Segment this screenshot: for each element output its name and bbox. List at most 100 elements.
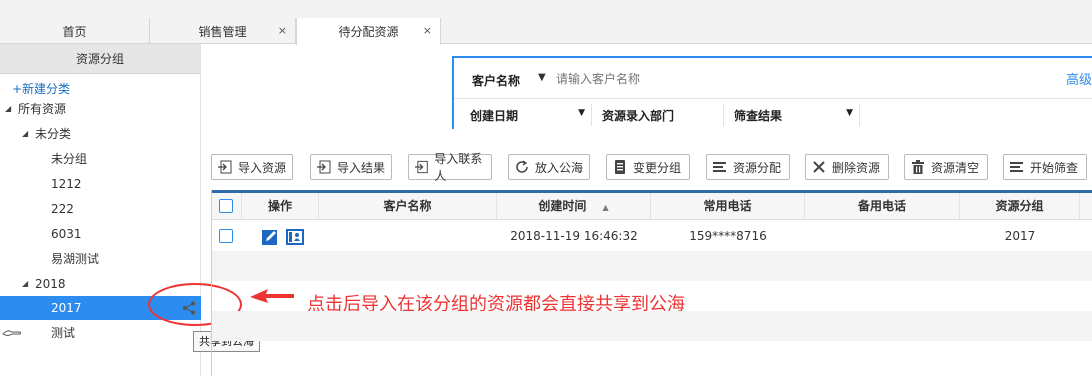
sidebar: 资源分组 +新建分类 ◢ 所有资源 ◢ 未分类 未分组 1212 222 603… <box>0 44 201 376</box>
table-row[interactable]: 2018-11-19 16:46:32 159****8716 2017 <box>212 221 1092 251</box>
chevron-down-icon: ▼ <box>578 108 585 118</box>
filter-label: 筛查结果 <box>734 109 783 123</box>
tab-bar: 首页 销售管理 × 待分配资源 × <box>0 0 1092 45</box>
cell-customer-name <box>319 221 497 251</box>
import-resources-button[interactable]: 导入资源 <box>211 154 293 180</box>
tree-item-label: 所有资源 <box>18 102 67 116</box>
drag-hand-icon <box>2 330 21 336</box>
close-icon[interactable]: × <box>423 24 432 37</box>
tab-unassigned-resources[interactable]: 待分配资源 × <box>296 18 441 45</box>
import-contacts-button[interactable]: 导入联系人 <box>408 152 492 183</box>
tree-item-uncategorized[interactable]: ◢ 未分类 <box>0 122 201 146</box>
tree-item-test[interactable]: 测试 <box>0 321 201 345</box>
import-icon <box>415 160 428 174</box>
column-header-actions: 操作 <box>242 193 319 220</box>
empty-row-stripe <box>212 251 1092 281</box>
empty-row-stripe <box>212 311 1092 341</box>
search-input[interactable] <box>556 69 816 89</box>
filter-label: 创建日期 <box>470 109 519 123</box>
tree-item-222[interactable]: 222 <box>0 197 201 221</box>
tree-item-all-resources[interactable]: ◢ 所有资源 <box>0 97 201 121</box>
button-label: 开始筛查 <box>1030 160 1079 175</box>
search-row: 客户名称 ▼ 高级 <box>454 58 1092 98</box>
column-header-label: 创建时间 <box>538 199 587 213</box>
change-group-button[interactable]: 变更分组 <box>606 154 690 180</box>
refresh-icon <box>516 160 528 173</box>
button-label: 变更分组 <box>633 160 682 175</box>
tree-item-label: 测试 <box>51 326 76 340</box>
customer-name-label: 客户名称 <box>472 74 521 88</box>
doc-icon <box>615 160 625 174</box>
cell-phone: 159****8716 <box>689 229 767 243</box>
import-icon <box>218 160 232 174</box>
resource-table: 操作 客户名称 创建时间 ▲ 常用电话 备用电话 资源分组 2018-11-19… <box>211 190 1092 376</box>
import-results-button[interactable]: 导入结果 <box>310 154 392 180</box>
tab-label: 待分配资源 <box>338 25 399 39</box>
cell-created-time: 2018-11-19 16:46:32 <box>510 229 638 243</box>
column-header-resource-group[interactable]: 资源分组 <box>960 193 1080 220</box>
advanced-search-link[interactable]: 高级 <box>1066 69 1092 88</box>
screening-result-filter[interactable]: 筛查结果 ▼ <box>724 104 860 126</box>
tree-item-1212[interactable]: 1212 <box>0 172 201 196</box>
tree-item-label: 6031 <box>51 227 82 241</box>
tree-item-label: 未分组 <box>51 152 88 166</box>
expand-triangle-icon[interactable]: ◢ <box>22 272 28 296</box>
button-label: 导入资源 <box>238 160 287 175</box>
close-icon[interactable]: × <box>278 24 287 37</box>
column-header-phone[interactable]: 常用电话 <box>651 193 805 220</box>
tab-label: 销售管理 <box>198 24 247 39</box>
delete-resources-button[interactable]: 删除资源 <box>805 154 889 180</box>
chevron-down-icon: ▼ <box>846 108 853 118</box>
tree-item-yihu-test[interactable]: 易湖测试 <box>0 247 201 271</box>
cell-resource-group: 2017 <box>1004 229 1036 243</box>
sidebar-title: 资源分组 <box>0 44 200 74</box>
column-header-customer-name[interactable]: 客户名称 <box>319 193 497 220</box>
start-screening-button[interactable]: 开始筛查 <box>1003 154 1087 180</box>
filter-label: 资源录入部门 <box>602 109 675 123</box>
created-date-filter[interactable]: 创建日期 ▼ <box>460 104 592 126</box>
column-header-backup-phone[interactable]: 备用电话 <box>805 193 960 220</box>
clear-resources-button[interactable]: 资源清空 <box>904 154 988 180</box>
button-label: 资源清空 <box>931 160 980 175</box>
list-icon <box>713 162 726 172</box>
list-icon <box>1010 162 1023 172</box>
department-filter[interactable]: 资源录入部门 <box>592 104 724 126</box>
import-icon <box>317 160 331 174</box>
tree-item-label: 2018 <box>35 277 66 291</box>
column-header-created-time[interactable]: 创建时间 ▲ <box>497 193 651 220</box>
tab-home[interactable]: 首页 <box>0 18 150 44</box>
select-all-cell <box>212 193 242 220</box>
button-label: 删除资源 <box>832 160 881 175</box>
app-window: 首页 销售管理 × 待分配资源 × 资源分组 +新建分类 ◢ 所有资源 ◢ 未分… <box>0 0 1092 376</box>
cell-backup-phone <box>805 221 960 251</box>
row-checkbox[interactable] <box>219 229 233 243</box>
close-icon <box>813 161 825 173</box>
expand-triangle-icon[interactable]: ◢ <box>5 97 11 121</box>
button-label: 导入结果 <box>337 160 386 175</box>
edit-icon[interactable] <box>262 228 280 245</box>
button-label: 导入联系人 <box>434 152 483 183</box>
tab-label: 首页 <box>62 24 87 39</box>
search-panel: 客户名称 ▼ 高级 创建日期 ▼ 资源录入部门 筛查结果 ▼ <box>452 56 1092 129</box>
tree-item-label: 222 <box>51 202 74 216</box>
tree-item-label: 未分类 <box>35 127 72 141</box>
tree-item-6031[interactable]: 6031 <box>0 222 201 246</box>
select-all-checkbox[interactable] <box>219 199 233 213</box>
tree-item-label: 易湖测试 <box>51 252 100 266</box>
button-label: 资源分配 <box>733 160 782 175</box>
trash-icon <box>912 160 924 174</box>
button-label: 放入公海 <box>535 160 584 175</box>
chevron-down-icon[interactable]: ▼ <box>538 72 546 83</box>
tree-item-label: 1212 <box>51 177 82 191</box>
contact-card-icon[interactable] <box>286 229 304 245</box>
assign-resources-button[interactable]: 资源分配 <box>706 154 790 180</box>
filter-row: 创建日期 ▼ 资源录入部门 筛查结果 ▼ <box>454 98 1092 129</box>
expand-triangle-icon[interactable]: ◢ <box>22 122 28 146</box>
new-category-link[interactable]: +新建分类 <box>12 80 70 97</box>
tab-sales-management[interactable]: 销售管理 × <box>150 18 296 44</box>
move-to-pool-button[interactable]: 放入公海 <box>508 154 590 180</box>
table-header: 操作 客户名称 创建时间 ▲ 常用电话 备用电话 资源分组 <box>212 193 1092 220</box>
tree-item-ungrouped[interactable]: 未分组 <box>0 147 201 171</box>
tree-item-label: 2017 <box>51 301 82 315</box>
sort-asc-icon[interactable]: ▲ <box>603 203 609 212</box>
